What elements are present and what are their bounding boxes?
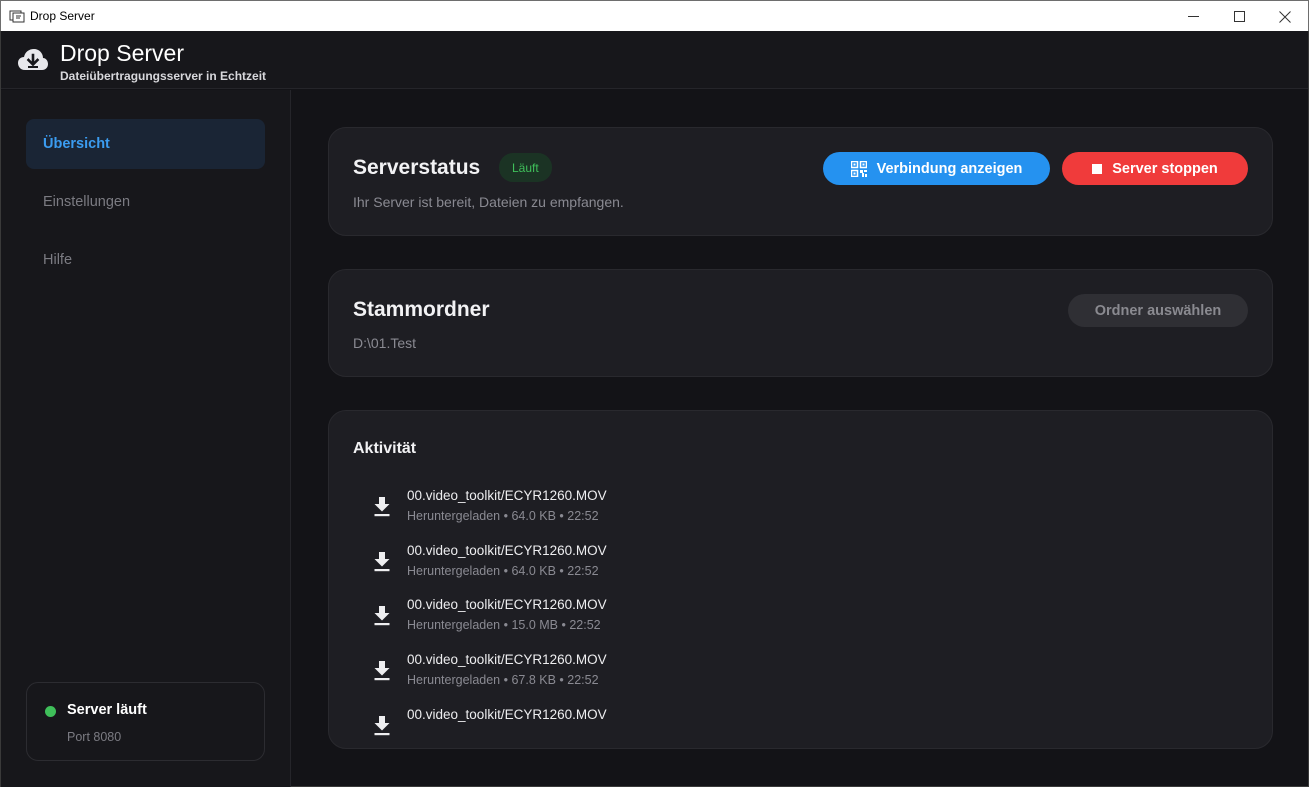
window-title: Drop Server	[30, 9, 95, 23]
activity-item: 00.video_toolkit/ECYR1260.MOV Herunterge…	[369, 542, 869, 586]
status-port: Port 8080	[67, 730, 122, 744]
server-status-description: Ihr Server ist bereit, Dateien zu empfan…	[353, 194, 624, 210]
activity-file-name: 00.video_toolkit/ECYR1260.MOV	[407, 488, 607, 503]
close-button[interactable]	[1262, 1, 1308, 32]
app-title: Drop Server	[60, 40, 184, 66]
activity-meta: Heruntergeladen • 15.0 MB • 22:52	[407, 618, 601, 632]
app-subtitle: Dateiübertragungsserver in Echtzeit	[60, 69, 267, 83]
status-badge: Läuft	[499, 153, 552, 182]
sidebar-item-settings[interactable]: Einstellungen	[26, 177, 265, 227]
status-dot	[45, 706, 56, 717]
stop-icon	[1092, 163, 1103, 174]
select-folder-label: Ordner auswählen	[1094, 302, 1222, 319]
activity-item: 00.video_toolkit/ECYR1260.MOV Herunterge…	[369, 487, 869, 531]
cloud-download-icon	[18, 49, 48, 70]
status-title: Server läuft	[67, 702, 147, 718]
activity-item: 00.video_toolkit/ECYR1260.MOV Herunterge…	[369, 596, 869, 640]
activity-file-name: 00.video_toolkit/ECYR1260.MOV	[407, 652, 607, 667]
close-icon	[1279, 10, 1291, 23]
activity-meta: Heruntergeladen • 67.8 KB • 22:52	[407, 673, 599, 687]
maximize-button[interactable]	[1216, 1, 1262, 32]
root-folder-card: Stammordner D:\01.Test Ordner auswählen	[328, 269, 1273, 377]
app-header: Drop Server Dateiübertragungsserver in E…	[1, 31, 1308, 89]
server-status-title: Serverstatus	[353, 156, 481, 179]
activity-file-name: 00.video_toolkit/ECYR1260.MOV	[407, 597, 607, 612]
activity-file-name: 00.video_toolkit/ECYR1260.MOV	[407, 543, 607, 558]
select-folder-button[interactable]: Ordner auswählen	[1068, 294, 1248, 327]
app-icon	[9, 10, 25, 23]
activity-meta: Heruntergeladen • 64.0 KB • 22:52	[407, 509, 599, 523]
stop-server-button[interactable]: Server stoppen	[1062, 152, 1248, 185]
maximize-icon	[1233, 11, 1245, 22]
app-window: Drop Server Dateiübertragungsserver in E…	[0, 31, 1309, 787]
sidebar-item-help[interactable]: Hilfe	[26, 235, 265, 285]
window-titlebar: Drop Server	[0, 0, 1309, 31]
sidebar: Übersicht Einstellungen Hilfe Server läu…	[1, 90, 291, 787]
download-icon	[374, 552, 390, 572]
download-icon	[374, 606, 390, 626]
activity-item: 00.video_toolkit/ECYR1260.MOV Herunterge…	[369, 651, 869, 695]
activity-title: Aktivität	[353, 440, 417, 457]
sidebar-item-label: Übersicht	[43, 136, 110, 152]
qr-code-icon	[850, 160, 867, 177]
sidebar-item-overview[interactable]: Übersicht	[26, 119, 265, 169]
show-connection-button[interactable]: Verbindung anzeigen	[823, 152, 1050, 185]
download-icon	[374, 497, 390, 517]
root-folder-path: D:\01.Test	[353, 335, 417, 351]
activity-item: 00.video_toolkit/ECYR1260.MOV	[369, 706, 869, 748]
download-icon	[374, 661, 390, 681]
minimize-icon	[1187, 16, 1199, 17]
root-folder-title: Stammordner	[353, 298, 490, 321]
sidebar-item-label: Einstellungen	[43, 194, 131, 210]
activity-file-name: 00.video_toolkit/ECYR1260.MOV	[407, 707, 607, 722]
show-connection-label: Verbindung anzeigen	[876, 160, 1023, 177]
server-status-indicator: Server läuft Port 8080	[26, 682, 265, 761]
window-controls	[1170, 1, 1308, 32]
server-status-card: Serverstatus Läuft Ihr Server ist bereit…	[328, 127, 1273, 236]
download-icon	[374, 716, 390, 736]
sidebar-item-label: Hilfe	[43, 252, 73, 268]
stop-server-label: Server stoppen	[1112, 160, 1218, 177]
activity-card: Aktivität 00.video_toolkit/ECYR1260.MOV …	[328, 410, 1273, 749]
activity-meta: Heruntergeladen • 64.0 KB • 22:52	[407, 564, 599, 578]
minimize-button[interactable]	[1170, 1, 1216, 32]
